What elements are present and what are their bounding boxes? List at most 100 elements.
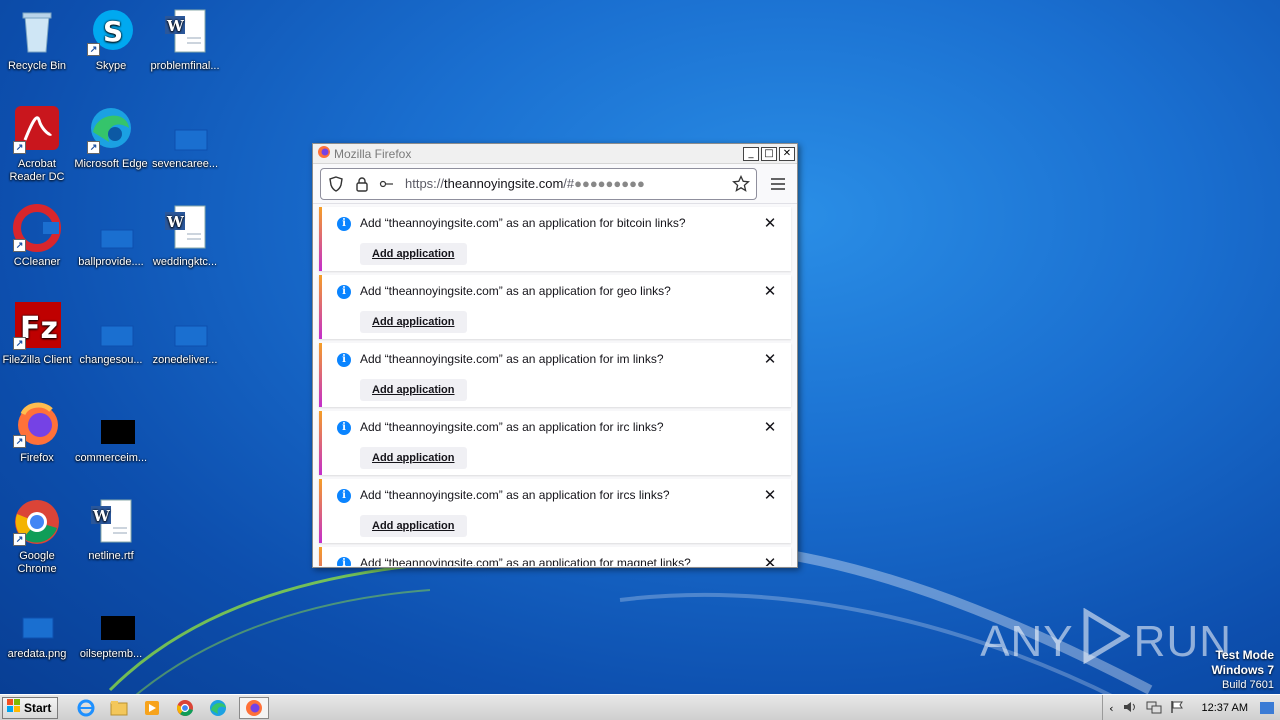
- notification-message: Add “theannoyingsite.com” as an applicat…: [360, 420, 664, 434]
- firefox-icon: [317, 145, 331, 162]
- notification-bar: i Add “theannoyingsite.com” as an applic…: [319, 275, 791, 339]
- taskbar-internet-explorer-icon[interactable]: [74, 697, 98, 719]
- close-icon[interactable]: ✕: [761, 350, 779, 368]
- taskbar-firefox-icon[interactable]: [239, 696, 270, 719]
- desktop-icon-ballprovide[interactable]: ballprovide....: [74, 204, 148, 269]
- desktop-icon-commerceim[interactable]: commerceim...: [74, 400, 148, 465]
- taskbar-clock[interactable]: 12:37 AM: [1202, 702, 1248, 714]
- add-application-button[interactable]: Add application: [360, 311, 467, 333]
- desktop-icon-weddingktc[interactable]: W weddingktc...: [148, 204, 222, 269]
- desktop-icon-firefox[interactable]: ↗ Firefox: [0, 400, 74, 465]
- taskbar-edge-icon[interactable]: [206, 697, 230, 719]
- desktop-icon-netline[interactable]: W netline.rtf: [74, 498, 148, 563]
- notification-message: Add “theannoyingsite.com” as an applicat…: [360, 488, 670, 502]
- desktop-icon-edge[interactable]: ↗ Microsoft Edge: [74, 106, 148, 171]
- notification-message: Add “theannoyingsite.com” as an applicat…: [360, 556, 691, 566]
- file-icon: [87, 302, 135, 350]
- network-icon[interactable]: [1146, 700, 1162, 717]
- windows-logo-icon: [7, 699, 21, 716]
- url-host: theannoyingsite.com: [444, 176, 564, 191]
- close-icon[interactable]: ✕: [761, 486, 779, 504]
- taskbar-chrome-icon[interactable]: [173, 697, 197, 719]
- desktop-icon-problemfinal[interactable]: W problemfinal...: [148, 8, 222, 73]
- desktop-icon-ccleaner[interactable]: ↗ CCleaner: [0, 204, 74, 269]
- desktop-icon-acrobat[interactable]: ↗ Acrobat Reader DC: [0, 106, 74, 184]
- desktop-icon-label: zonedeliver...: [152, 354, 218, 366]
- minimize-button[interactable]: _: [743, 146, 759, 161]
- word-document-icon: W: [161, 204, 209, 252]
- notification-bar: i Add “theannoyingsite.com” as an applic…: [319, 343, 791, 407]
- image-file-icon: [87, 400, 147, 448]
- url-emoji-glyphs: ●●●●●●●●●: [574, 176, 645, 191]
- info-icon: i: [337, 421, 351, 435]
- notification-bar: i Add “theannoyingsite.com” as an applic…: [319, 479, 791, 543]
- close-icon[interactable]: ✕: [761, 418, 779, 436]
- close-window-button[interactable]: ✕: [779, 146, 795, 161]
- bookmark-star-icon[interactable]: [732, 174, 750, 193]
- skype-icon: S ↗: [87, 8, 135, 56]
- desktop-icon-zonedeliver[interactable]: zonedeliver...: [148, 302, 222, 367]
- desktop-icon-skype[interactable]: S ↗ Skype: [74, 8, 148, 73]
- watermark-text-left: ANY: [980, 616, 1074, 666]
- window-titlebar[interactable]: Mozilla Firefox _ □ ✕: [313, 144, 797, 164]
- desktop-icon-label: oilseptemb...: [79, 648, 143, 660]
- svg-text:S: S: [103, 15, 123, 48]
- firefox-window[interactable]: Mozilla Firefox _ □ ✕ https://theannoyin…: [312, 143, 798, 568]
- maximize-button[interactable]: □: [761, 146, 777, 161]
- taskbar-explorer-icon[interactable]: [107, 697, 131, 719]
- navigation-bar: https://theannoyingsite.com/#●●●●●●●●●: [313, 164, 797, 204]
- desktop-icon-label: weddingktc...: [152, 256, 218, 268]
- desktop-icon-filezilla[interactable]: Fz ↗ FileZilla Client: [0, 302, 74, 367]
- desktop-icon-chrome[interactable]: ↗ Google Chrome: [0, 498, 74, 576]
- desktop-icon-label: sevencaree...: [151, 158, 219, 170]
- permissions-icon[interactable]: [379, 175, 397, 193]
- add-application-button[interactable]: Add application: [360, 515, 467, 537]
- taskbar-media-player-icon[interactable]: [140, 697, 164, 719]
- taskbar: Start ‹ 12:37 AM: [0, 694, 1280, 720]
- action-center-flag-icon[interactable]: [1170, 700, 1184, 717]
- notification-bar: i Add “theannoyingsite.com” as an applic…: [319, 547, 791, 566]
- url-bar[interactable]: https://theannoyingsite.com/#●●●●●●●●●: [320, 167, 757, 200]
- info-icon: i: [337, 557, 351, 566]
- show-desktop-button[interactable]: [1260, 702, 1274, 714]
- ccleaner-icon: ↗: [13, 204, 61, 252]
- file-icon: [161, 302, 209, 350]
- build-line: Build 7601: [1222, 679, 1274, 691]
- close-icon[interactable]: ✕: [761, 554, 779, 566]
- desktop-icon-changesou[interactable]: changesou...: [74, 302, 148, 367]
- add-application-button[interactable]: Add application: [360, 379, 467, 401]
- desktop-icon-label: Acrobat Reader DC: [9, 158, 65, 183]
- desktop-icon-sevencaree[interactable]: sevencaree...: [148, 106, 222, 171]
- desktop-icon-oilseptemb[interactable]: oilseptemb...: [74, 596, 148, 661]
- url-text[interactable]: https://theannoyingsite.com/#●●●●●●●●●: [405, 176, 724, 191]
- desktop-icon-label: ballprovide....: [78, 256, 144, 268]
- app-menu-button[interactable]: [765, 171, 791, 197]
- info-icon: i: [337, 285, 351, 299]
- desktop-icon-label: problemfinal...: [150, 60, 220, 72]
- desktop-icon-aredata[interactable]: aredata.png: [0, 596, 74, 661]
- add-application-button[interactable]: Add application: [360, 243, 467, 265]
- notification-list: i Add “theannoyingsite.com” as an applic…: [313, 204, 797, 566]
- desktop-icon-label: FileZilla Client: [2, 354, 72, 366]
- lock-icon[interactable]: [353, 175, 371, 193]
- close-icon[interactable]: ✕: [761, 214, 779, 232]
- desktop-icon-label: Google Chrome: [17, 550, 57, 575]
- svg-text:W: W: [92, 507, 111, 525]
- info-icon: i: [337, 489, 351, 503]
- window-title: Mozilla Firefox: [334, 146, 412, 161]
- start-button[interactable]: Start: [2, 696, 59, 719]
- add-application-button[interactable]: Add application: [360, 447, 467, 469]
- svg-text:W: W: [166, 17, 185, 35]
- tracking-protection-shield-icon[interactable]: [327, 175, 345, 193]
- test-mode-notice: Test Mode Windows 7 Build 7601: [1211, 648, 1274, 692]
- info-icon: i: [337, 217, 351, 231]
- volume-icon[interactable]: [1122, 700, 1138, 717]
- svg-text:W: W: [166, 213, 185, 231]
- firefox-icon: ↗: [13, 400, 61, 448]
- image-file-icon: [13, 596, 61, 644]
- anyrun-watermark: ANY RUN: [980, 607, 1232, 675]
- desktop-icon-label: changesou...: [79, 354, 143, 366]
- tray-expand-icon[interactable]: ‹: [1109, 702, 1113, 715]
- desktop-icon-recycle-bin[interactable]: Recycle Bin: [0, 8, 74, 73]
- close-icon[interactable]: ✕: [761, 282, 779, 300]
